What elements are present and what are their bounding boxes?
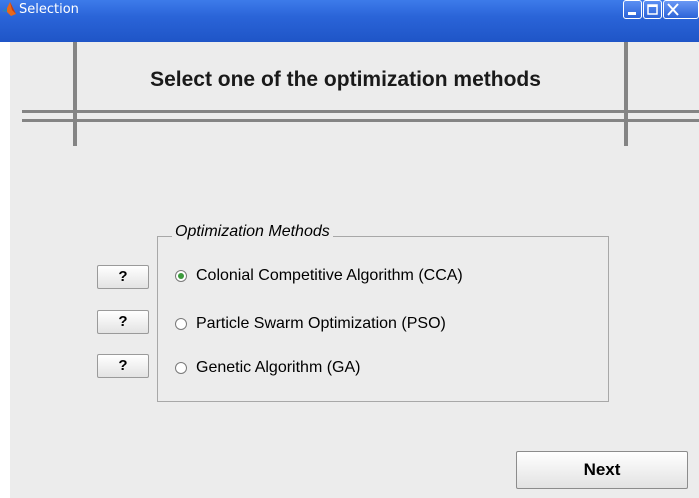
radio-selected-dot bbox=[178, 273, 184, 279]
minimize-icon bbox=[628, 12, 636, 15]
window-title: Selection bbox=[19, 2, 79, 17]
radio-button[interactable] bbox=[175, 270, 187, 282]
help-button-pso[interactable]: ? bbox=[97, 310, 149, 334]
minimize-button[interactable] bbox=[623, 0, 642, 19]
radio-label[interactable]: Particle Swarm Optimization (PSO) bbox=[196, 314, 446, 334]
selection-window: Selection Select one of the optimization… bbox=[0, 0, 699, 498]
help-button-ga[interactable]: ? bbox=[97, 354, 149, 378]
group-title: Optimization Methods bbox=[172, 223, 333, 241]
radio-button[interactable] bbox=[175, 318, 187, 330]
header-divider-right bbox=[624, 42, 628, 146]
header-divider-left bbox=[73, 42, 77, 146]
header-divider-top bbox=[22, 110, 699, 113]
client-area: Select one of the optimization methods ?… bbox=[10, 42, 699, 498]
help-button-cca[interactable]: ? bbox=[97, 265, 149, 289]
page-title: Select one of the optimization methods bbox=[150, 68, 541, 91]
matlab-icon bbox=[2, 2, 16, 16]
next-button[interactable]: Next bbox=[516, 451, 688, 489]
maximize-button[interactable] bbox=[643, 0, 662, 19]
radio-label[interactable]: Colonial Competitive Algorithm (CCA) bbox=[196, 266, 463, 286]
radio-label[interactable]: Genetic Algorithm (GA) bbox=[196, 358, 361, 378]
maximize-icon bbox=[647, 4, 658, 15]
header-divider-bottom bbox=[22, 119, 699, 122]
close-icon bbox=[667, 3, 679, 16]
radio-button[interactable] bbox=[175, 362, 187, 374]
close-button[interactable] bbox=[663, 0, 699, 19]
title-bar[interactable]: Selection bbox=[0, 0, 699, 42]
